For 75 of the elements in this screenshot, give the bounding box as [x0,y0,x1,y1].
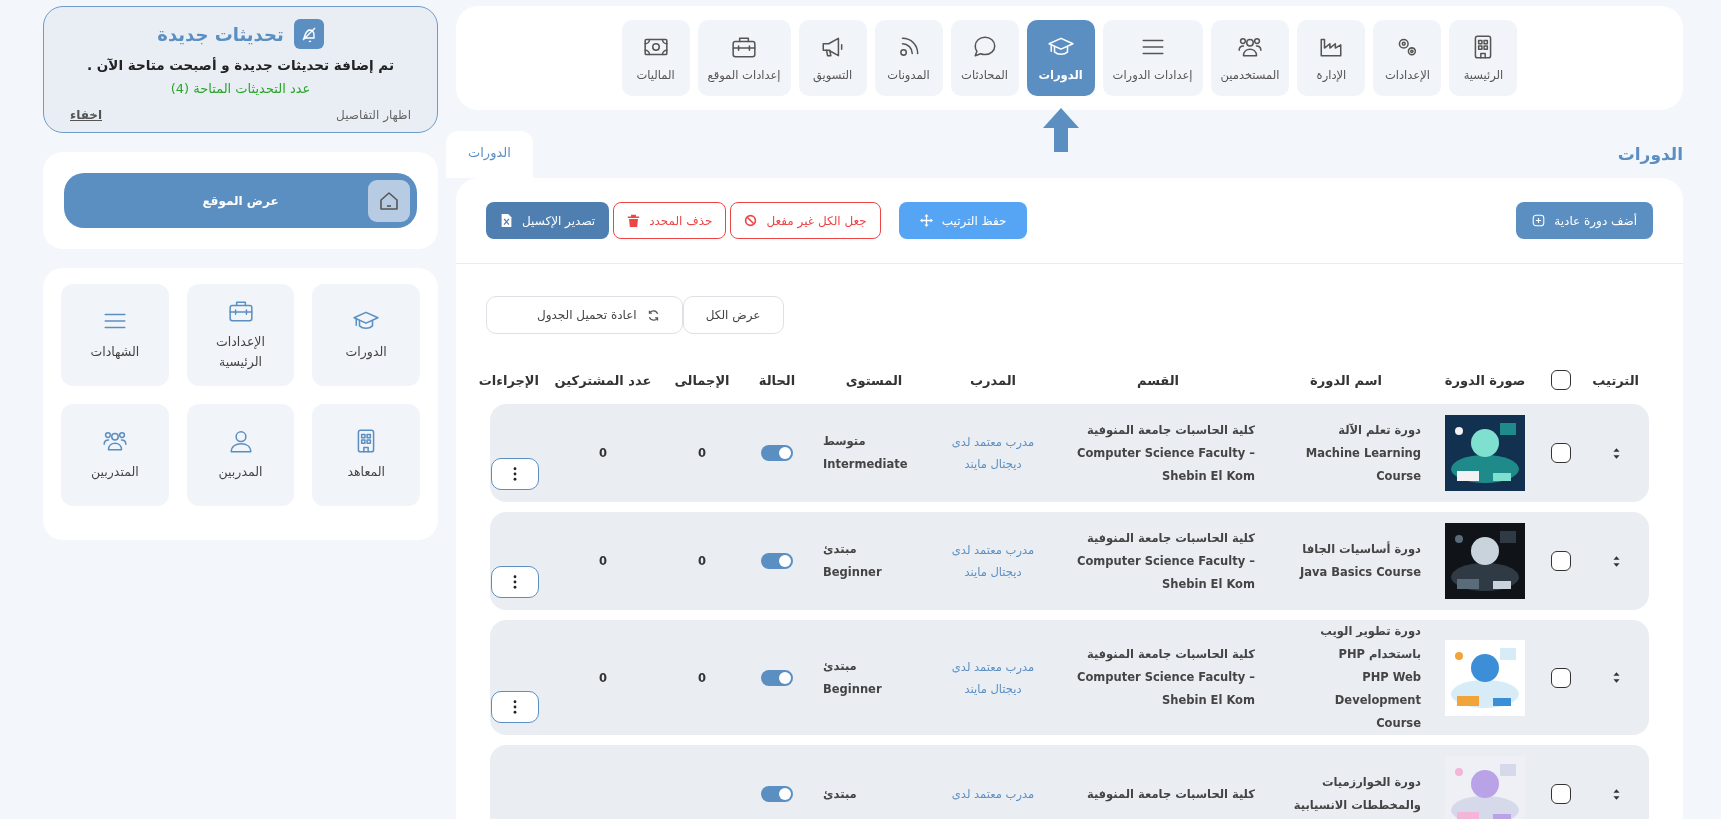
disable-all-button[interactable]: جعل الكل غير مفعل [730,202,881,239]
participants-count: 0 [598,670,608,685]
updates-title: تحديثات جديدة [157,23,284,45]
hide-link[interactable]: اخفاء [70,108,103,122]
course-name: دورة الخوارزميات والمخططات الانسيابية [1292,774,1422,815]
reload-table-button[interactable]: اعادة تحميل الجدول [486,296,683,334]
nav-tab[interactable]: الماليات [621,20,690,96]
nav-tab[interactable]: إعدادات الموقع [697,20,791,96]
delete-selected-button[interactable]: حذف المحدد [613,202,727,239]
column-header: القسم [1135,372,1181,388]
department-text: كلية الحاسبات جامعة المنوفية [1085,785,1256,804]
row-checkbox[interactable] [1551,551,1571,571]
column-header: عدد المشتركين [553,372,653,388]
slashed-bell-icon [293,19,324,49]
status-toggle[interactable] [761,445,793,461]
total-value: 0 [697,446,707,460]
breadcrumb-tab[interactable]: الدورات [446,131,533,178]
participants-count: 0 [598,446,608,460]
status-toggle[interactable] [761,669,793,686]
trash-icon [627,214,641,227]
refresh-icon [646,308,660,322]
drag-handle-icon[interactable] [1612,555,1620,567]
status-toggle[interactable] [761,553,793,569]
column-header: الترتيب [1591,372,1640,388]
show-all-button[interactable]: عرض الكل [682,296,784,334]
column-header: الإجمالى [673,372,731,388]
more-icon [512,700,517,714]
nav-tab[interactable]: المحادثات [950,20,1019,96]
participants-count: 0 [598,554,608,568]
column-header: الإجراءات [478,372,539,388]
export-excel-button[interactable]: تصدير الإكسيل [486,202,610,239]
show-details-link[interactable]: اظهار التفاصيل [336,108,411,122]
shortcut-tile[interactable]: المتدربين [61,404,169,506]
row-checkbox[interactable] [1551,784,1571,804]
drag-handle-icon[interactable] [1612,788,1620,800]
page-title: الدورات [1617,144,1683,164]
up-arrow-icon [1042,108,1079,152]
column-header: صورة الدورة [1443,372,1527,388]
actions-button[interactable] [490,458,539,490]
shortcut-tile[interactable]: الإعدادات الرئيسية [186,284,295,386]
plus-icon [1532,214,1546,227]
row-checkbox[interactable] [1551,443,1571,463]
column-header: الحالة [757,372,797,388]
drag-handle-icon[interactable] [1612,447,1620,459]
shortcut-tile[interactable]: الشهادات [61,284,169,386]
actions-button[interactable] [490,566,539,598]
shortcut-tile[interactable]: المدربين [186,404,295,506]
more-icon [512,467,517,481]
column-header: المدرب [968,372,1018,388]
nav-tab[interactable]: المدونات [874,20,943,96]
shortcut-tile[interactable]: الدورات [312,284,420,386]
actions-button[interactable] [490,691,539,723]
nav-tab[interactable]: المستخدمين [1210,20,1290,96]
more-icon [512,575,517,589]
column-header: اسم الدورة [1308,372,1383,388]
select-all-checkbox[interactable] [1551,370,1571,390]
ban-icon [744,214,758,227]
move-icon [919,214,933,227]
total-value: 0 [697,554,707,568]
nav-tab[interactable]: الإعدادات [1373,20,1442,96]
updates-count: عدد التحديثات المتاحة (4) [170,81,311,96]
updates-message: تم إضافة تحديثات جديدة و أصبحت متاحة الآن . [87,57,394,73]
column-header: المستوى [844,372,904,388]
nav-tab[interactable]: الإدارة [1297,20,1366,96]
drag-handle-icon[interactable] [1612,672,1620,683]
status-toggle[interactable] [761,786,793,802]
nav-tab[interactable]: إعدادات الدورات [1102,20,1203,96]
row-checkbox[interactable] [1551,667,1571,688]
level-text: مبتدئ [822,785,858,803]
shortcut-tile[interactable]: المعاهد [312,404,420,506]
excel-file-icon [500,214,513,227]
total-value: 0 [697,670,707,685]
nav-tab[interactable]: التسويق [798,20,867,96]
nav-tab[interactable]: الرئيسية [1449,20,1518,96]
home-icon [368,179,410,222]
